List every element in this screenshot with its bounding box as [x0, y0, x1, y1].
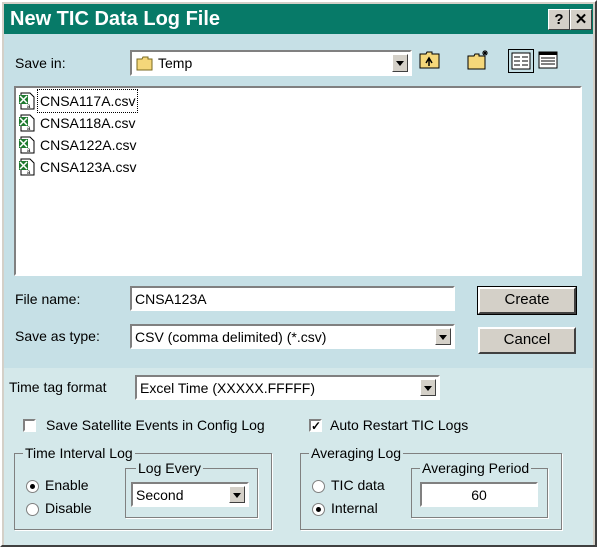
time-tag-dropdown[interactable]: Excel Time (XXXXX.FFFFF) — [135, 375, 440, 400]
file-name-text: CNSA123A.csv — [40, 159, 137, 175]
file-name-value: CNSA123A — [135, 291, 207, 307]
title-bar[interactable]: New TIC Data Log File ? ✕ — [4, 4, 593, 34]
averaging-period-value: 60 — [471, 487, 487, 503]
tic-data-radio[interactable] — [312, 480, 325, 493]
averaging-period-title: Averaging Period — [420, 460, 532, 476]
up-folder-button[interactable] — [418, 49, 444, 73]
log-every-dropdown[interactable]: Second — [131, 482, 249, 507]
save-satellite-events-checkbox[interactable] — [23, 419, 36, 432]
save-as-type-value: CSV (comma delimited) (*.csv) — [135, 329, 327, 345]
csv-file-icon: a — [19, 92, 35, 110]
close-button[interactable]: ✕ — [570, 9, 592, 30]
save-as-type-label: Save as type: — [15, 328, 100, 344]
auto-restart-checkbox[interactable]: ✓ — [309, 419, 322, 432]
time-interval-title: Time Interval Log — [23, 445, 135, 461]
time-tag-label: Time tag format — [9, 379, 107, 395]
list-view-button[interactable] — [508, 49, 534, 73]
file-name-text: CNSA118A.csv — [40, 115, 136, 131]
file-name-label: File name: — [15, 291, 81, 307]
save-satellite-events-label: Save Satellite Events in Config Log — [46, 417, 265, 433]
log-options-area: Time tag format Excel Time (XXXXX.FFFFF)… — [4, 368, 593, 545]
averaging-period-field[interactable]: 60 — [420, 482, 538, 507]
file-dialog-area: Save in: Temp a CNSA117A.csv a CNSA118A.… — [4, 34, 593, 368]
window-title: New TIC Data Log File — [10, 8, 221, 30]
save-in-dropdown[interactable]: Temp — [130, 50, 412, 76]
disable-label: Disable — [45, 500, 92, 516]
averaging-group: Averaging Log TIC data Internal Averagin… — [300, 445, 562, 530]
disable-radio[interactable] — [26, 503, 39, 516]
log-every-value: Second — [136, 487, 184, 503]
file-name-text: CNSA117A.csv — [36, 89, 139, 113]
internal-radio[interactable] — [312, 503, 325, 516]
auto-restart-label: Auto Restart TIC Logs — [330, 417, 469, 433]
list-view-icon — [511, 52, 531, 70]
log-every-title: Log Every — [136, 460, 204, 476]
time-interval-group: Time Interval Log Enable Disable Log Eve… — [14, 445, 272, 530]
create-button[interactable]: Create — [477, 286, 577, 315]
file-name-field[interactable]: CNSA123A — [130, 286, 455, 311]
tic-data-label: TIC data — [331, 477, 385, 493]
cancel-button[interactable]: Cancel — [478, 327, 576, 354]
csv-file-icon: a — [19, 136, 35, 154]
save-in-label: Save in: — [15, 55, 66, 71]
file-name-text: CNSA122A.csv — [40, 137, 137, 153]
details-view-button[interactable] — [536, 49, 562, 73]
time-tag-value: Excel Time (XXXXX.FFFFF) — [140, 380, 316, 396]
csv-file-icon: a — [19, 114, 35, 132]
chevron-down-icon[interactable] — [392, 54, 408, 72]
chevron-down-icon[interactable] — [435, 328, 451, 345]
new-folder-button[interactable] — [466, 49, 492, 73]
save-as-type-dropdown[interactable]: CSV (comma delimited) (*.csv) — [130, 324, 455, 349]
new-folder-icon — [467, 50, 488, 70]
log-every-group: Log Every Second — [125, 460, 258, 518]
chevron-down-icon[interactable] — [229, 486, 245, 503]
averaging-title: Averaging Log — [309, 445, 404, 461]
csv-file-icon: a — [19, 158, 35, 176]
enable-label: Enable — [45, 477, 89, 493]
folder-icon — [136, 56, 153, 71]
details-view-icon — [538, 51, 558, 69]
save-in-value: Temp — [158, 55, 193, 71]
dialog-window: New TIC Data Log File ? ✕ Save in: Temp — [0, 0, 597, 547]
help-button[interactable]: ? — [548, 9, 570, 30]
internal-label: Internal — [331, 500, 378, 516]
averaging-period-group: Averaging Period 60 — [411, 460, 548, 518]
up-folder-icon — [419, 51, 440, 69]
chevron-down-icon[interactable] — [420, 379, 436, 396]
enable-radio[interactable] — [26, 480, 39, 493]
file-list[interactable]: a CNSA117A.csv a CNSA118A.csv a CNSA122A.csv a… — [14, 86, 582, 276]
